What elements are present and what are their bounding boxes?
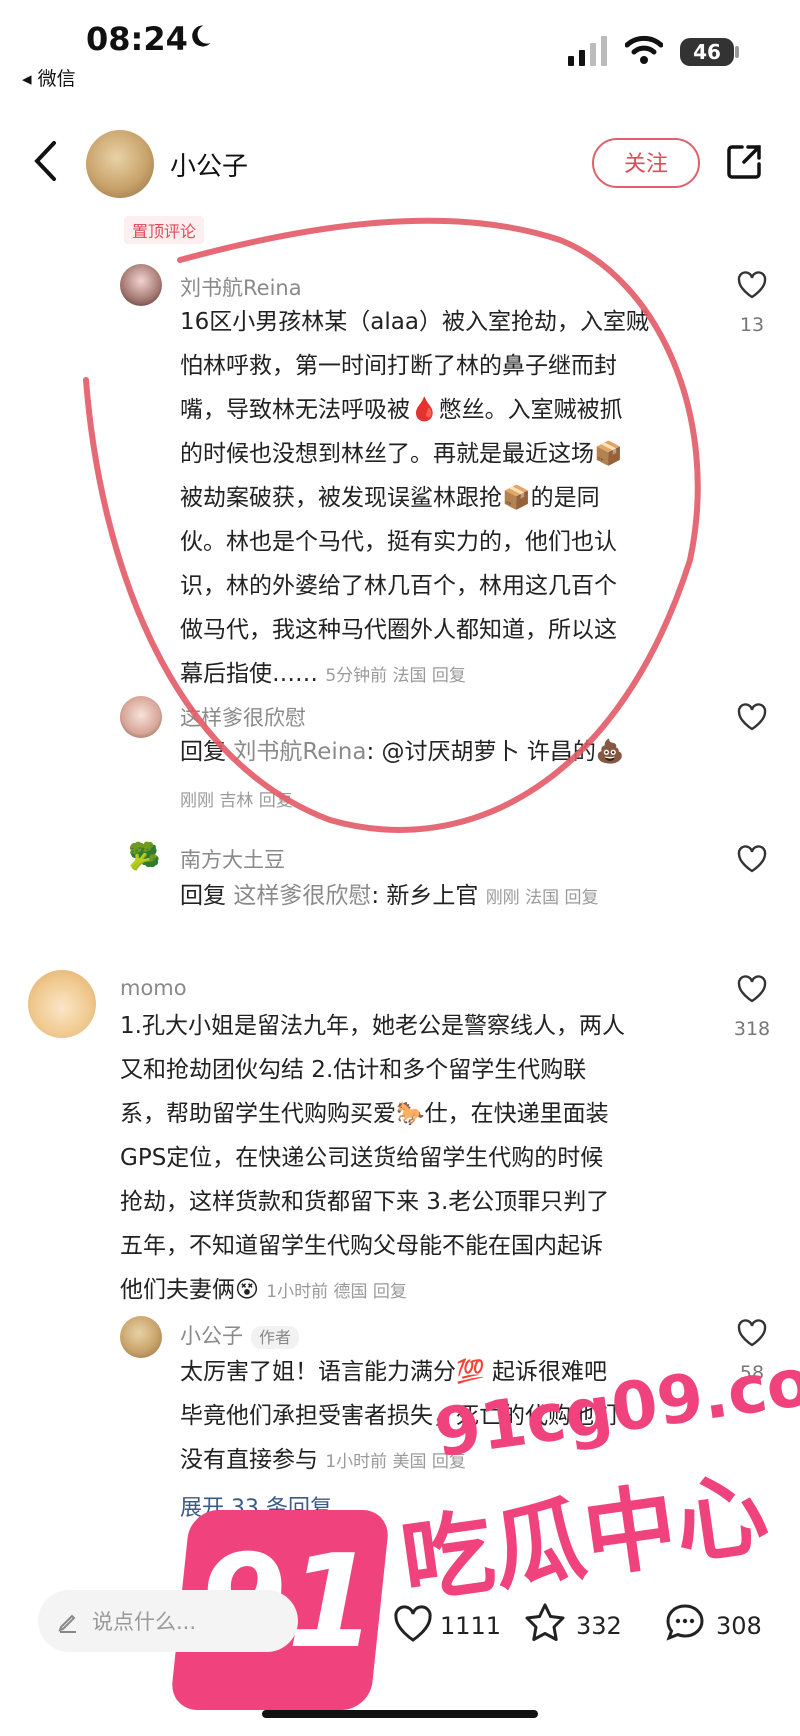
pinned-badge: 置顶评论 [124, 216, 205, 244]
back-arrow-icon[interactable] [32, 140, 60, 182]
comment-line: 五年，不知道留学生代购父母能不能在国内起诉 [120, 1233, 603, 1259]
star-total: 332 [576, 1612, 622, 1640]
moon-icon [192, 25, 211, 47]
comment-body: 16区小男孩林某（alaa）被入室抢劫，入室贼 怕林呼救，第一时间打断了林的鼻子… [180, 300, 700, 698]
comment-meta[interactable]: 刚刚 吉林 回复 [180, 786, 293, 811]
comment-line-text: 幕后指使…… [180, 661, 318, 687]
comment-line-text: 没有直接参与 [180, 1447, 318, 1473]
comment-line: 嘴，导致林无法呼吸被🩸憋丝。入室贼被抓 [180, 397, 623, 423]
comment-line: 的时候也没想到林丝了。再就是最近这场📦 [180, 441, 623, 467]
comment-avatar[interactable] [120, 696, 162, 738]
comment-avatar[interactable] [28, 970, 96, 1038]
reply-prefix: 回复 [180, 883, 226, 909]
comment-body: 1.孔大小姐是留法九年，她老公是警察线人，两人 又和抢劫团伙勾结 2.估计和多个… [120, 1004, 720, 1314]
like-heart-icon[interactable] [392, 1604, 434, 1644]
comment-line-text: 他们夫妻俩😵 [120, 1277, 259, 1303]
star-icon[interactable] [524, 1602, 566, 1642]
comment-meta[interactable]: 1小时前 德国 回复 [266, 1282, 407, 1302]
comment-line: 系，帮助留学生代购购买爱🐎仕，在快递里面装 [120, 1101, 609, 1127]
reply-body: 回复 刘书航Reina: @讨厌胡萝卜 许昌的💩 [180, 730, 625, 774]
heart-icon[interactable] [736, 974, 768, 1004]
pencil-icon [58, 1614, 76, 1633]
reply-text: : 新乡上官 [371, 883, 479, 909]
comment-author[interactable]: momo [120, 976, 187, 1000]
like-count: 13 [739, 314, 765, 336]
comment-avatar[interactable] [120, 264, 162, 306]
heart-icon[interactable] [736, 702, 768, 732]
reply-text: : @讨厌胡萝卜 许昌的💩 [366, 739, 625, 765]
comment-line: 16区小男孩林某（alaa）被入室抢劫，入室贼 [180, 309, 649, 335]
comment-author[interactable]: 小公子 [180, 1324, 243, 1348]
heart-icon[interactable] [736, 844, 768, 874]
battery-tip [735, 46, 739, 58]
follow-button[interactable]: 关注 [592, 138, 700, 188]
heart-icon[interactable] [736, 270, 768, 300]
comment-line: 做马代，我这种马代圈外人都知道，所以这 [180, 617, 617, 643]
comment-meta[interactable]: 5分钟前 法国 回复 [325, 666, 466, 686]
author-name[interactable]: 小公子 [170, 146, 248, 183]
comment-line: 怕林呼救，第一时间打断了林的鼻子继而封 [180, 353, 617, 379]
comment-bubble-icon[interactable] [664, 1602, 706, 1642]
like-total: 1111 [440, 1612, 502, 1640]
comment-line: 识，林的外婆给了林几百个，林用这几百个 [180, 573, 617, 599]
comment-avatar[interactable] [120, 1316, 162, 1358]
comment-author[interactable]: 刘书航Reina [180, 272, 302, 302]
reply-body: 回复 这样爹很欣慰: 新乡上官 刚刚 法国 回复 [180, 874, 599, 920]
like-count: 318 [733, 1018, 771, 1040]
author-avatar[interactable] [86, 130, 154, 198]
back-to-app-link[interactable]: ◂ 微信 [22, 64, 76, 91]
comment-line: GPS定位，在快递公司送货给留学生代购的时候 [120, 1145, 604, 1171]
share-icon[interactable] [724, 142, 764, 182]
battery-indicator: 46 [680, 38, 734, 66]
comment-line: 伙。林也是个马代，挺有实力的，他们也认 [180, 529, 617, 555]
comment-line: 又和抢劫团伙勾结 2.估计和多个留学生代购联 [120, 1057, 587, 1083]
heart-icon[interactable] [736, 1318, 768, 1348]
comment-input-placeholder[interactable]: 说点什么... [92, 1606, 196, 1636]
status-time: 08:24 [86, 20, 188, 58]
home-indicator[interactable] [262, 1710, 538, 1718]
wifi-icon [625, 35, 663, 64]
comment-line: 被劫案破获，被发现误鲨林跟抢📦的是同 [180, 485, 600, 511]
comment-author[interactable]: 南方大土豆 [180, 844, 285, 874]
comment-meta[interactable]: 刚刚 法国 回复 [486, 888, 599, 908]
author-badge: 作者 [251, 1326, 300, 1349]
comment-total: 308 [716, 1612, 762, 1640]
comment-author[interactable]: 这样爹很欣慰 [180, 702, 306, 732]
signal-icon [568, 36, 607, 66]
reply-prefix: 回复 [180, 739, 226, 765]
comment-line: 抢劫，这样货款和货都留下来 3.老公顶罪只判了 [120, 1189, 610, 1215]
comment-line-last: 他们夫妻俩😵 1小时前 德国 回复 [120, 1268, 720, 1314]
reply-to-name[interactable]: 刘书航Reina [233, 739, 366, 765]
reply-to-name[interactable]: 这样爹很欣慰 [233, 883, 371, 909]
comment-line-last: 幕后指使…… 5分钟前 法国 回复 [180, 652, 700, 698]
comment-line: 1.孔大小姐是留法九年，她老公是警察线人，两人 [120, 1013, 625, 1039]
broccoli-avatar[interactable]: 🥦 [128, 842, 160, 872]
comment-author-row: 小公子 作者 [180, 1320, 300, 1350]
